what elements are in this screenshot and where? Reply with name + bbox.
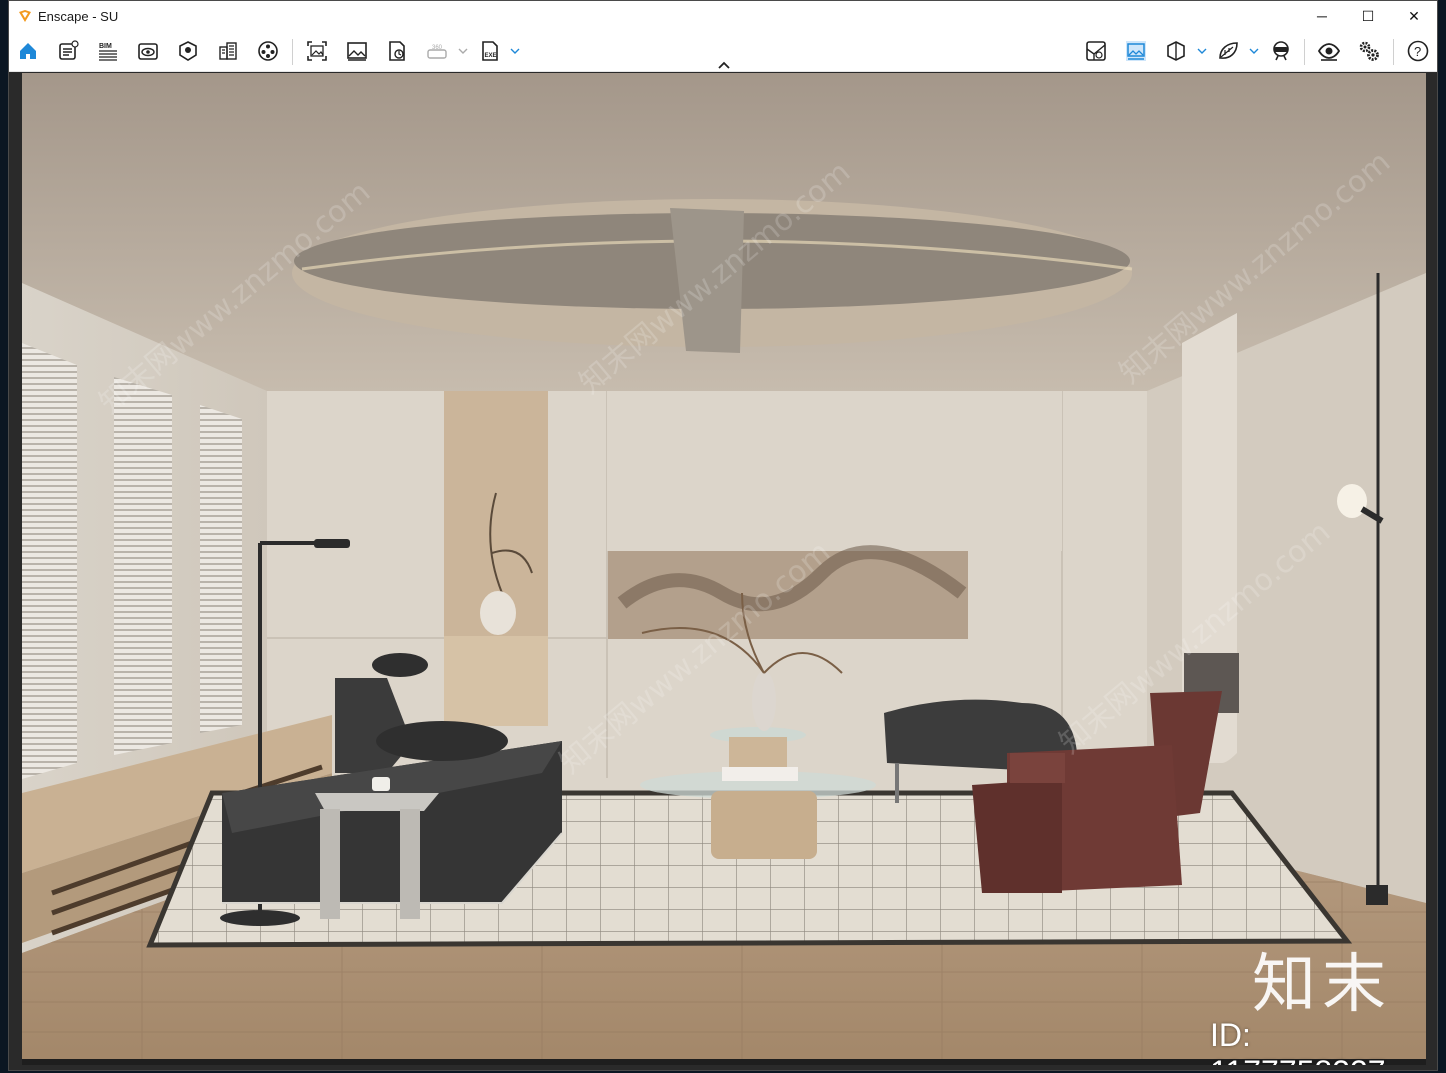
chevron-down-icon (510, 48, 520, 54)
map-icon (1086, 41, 1106, 61)
image-icon (347, 42, 367, 61)
eye-icon (1318, 43, 1340, 61)
batch-render-button[interactable] (383, 38, 411, 64)
image-capture-button[interactable] (1122, 38, 1150, 64)
gears-icon (1359, 41, 1379, 61)
help-icon: ? (1407, 40, 1429, 62)
home-icon (20, 43, 36, 59)
id-watermark: ID: 1177758337 (1210, 1017, 1386, 1065)
vr-button[interactable] (1267, 38, 1295, 64)
close-button[interactable]: ✕ (1391, 1, 1437, 31)
svg-text:BIM: BIM (99, 43, 112, 50)
chevron-down-icon (1197, 48, 1207, 54)
image-button[interactable] (343, 38, 371, 64)
panorama-button[interactable]: 360 (423, 38, 451, 64)
chevron-down-icon (458, 48, 468, 54)
interior-render (22, 73, 1426, 1065)
view-button[interactable] (134, 38, 162, 64)
window-title: Enscape - SU (38, 8, 119, 24)
toolbar-separator (1304, 39, 1305, 65)
visibility-button[interactable] (1315, 38, 1343, 64)
settings-button[interactable] (1355, 38, 1383, 64)
building-button[interactable] (214, 38, 242, 64)
svg-text:?: ? (1414, 44, 1421, 59)
image-capture-icon (1126, 41, 1146, 61)
atmosphere-button[interactable] (1214, 38, 1242, 64)
asset-library-button[interactable] (254, 38, 282, 64)
render-viewport[interactable]: 知末网www.znzmo.com 知末网www.znzmo.com 知末网www… (22, 73, 1426, 1065)
toolbar-separator (1393, 39, 1394, 65)
material-icon (179, 41, 197, 61)
enscape-logo-icon (19, 10, 31, 22)
map-button[interactable] (1082, 38, 1110, 64)
bim-button[interactable]: BIM (94, 38, 122, 64)
toolbar-separator (292, 39, 293, 65)
export-exe-button[interactable]: EXE (476, 38, 504, 64)
svg-text:EXE: EXE (485, 53, 497, 59)
settings-file-icon (59, 40, 79, 60)
window-controls: ─ ☐ ✕ (1299, 1, 1437, 31)
home-button[interactable] (14, 38, 42, 64)
building-icon (219, 42, 237, 60)
material-button[interactable] (174, 38, 202, 64)
bim-icon: BIM (99, 43, 117, 61)
batch-render-icon (389, 41, 405, 61)
asset-library-icon (258, 41, 278, 61)
leaf-icon (1219, 42, 1238, 59)
title-bar: Enscape - SU ─ ☐ ✕ (9, 1, 1437, 31)
view-icon (138, 43, 158, 60)
section-view-icon (1167, 41, 1185, 61)
maximize-button[interactable]: ☐ (1345, 1, 1391, 31)
panorama-360-icon: 360 (427, 45, 447, 59)
atmosphere-dropdown[interactable] (1249, 43, 1259, 59)
export-exe-icon: EXE (482, 41, 498, 61)
screenshot-icon (307, 41, 327, 61)
minimize-button[interactable]: ─ (1299, 1, 1345, 31)
brand-watermark: 知末 (1252, 948, 1392, 1022)
enscape-window: Enscape - SU ─ ☐ ✕ BIM 360 EXE ? 知末网www.… (8, 0, 1438, 1071)
section-view-button[interactable] (1162, 38, 1190, 64)
export-dropdown[interactable] (510, 43, 520, 59)
vr-headset-icon (1273, 41, 1289, 61)
help-button[interactable]: ? (1404, 38, 1432, 64)
collapse-toolbar-icon[interactable] (715, 59, 733, 71)
panorama-dropdown[interactable] (458, 43, 468, 59)
screenshot-button[interactable] (303, 38, 331, 64)
settings-file-button[interactable] (54, 38, 82, 64)
section-dropdown[interactable] (1197, 43, 1207, 59)
chevron-down-icon (1249, 48, 1259, 54)
